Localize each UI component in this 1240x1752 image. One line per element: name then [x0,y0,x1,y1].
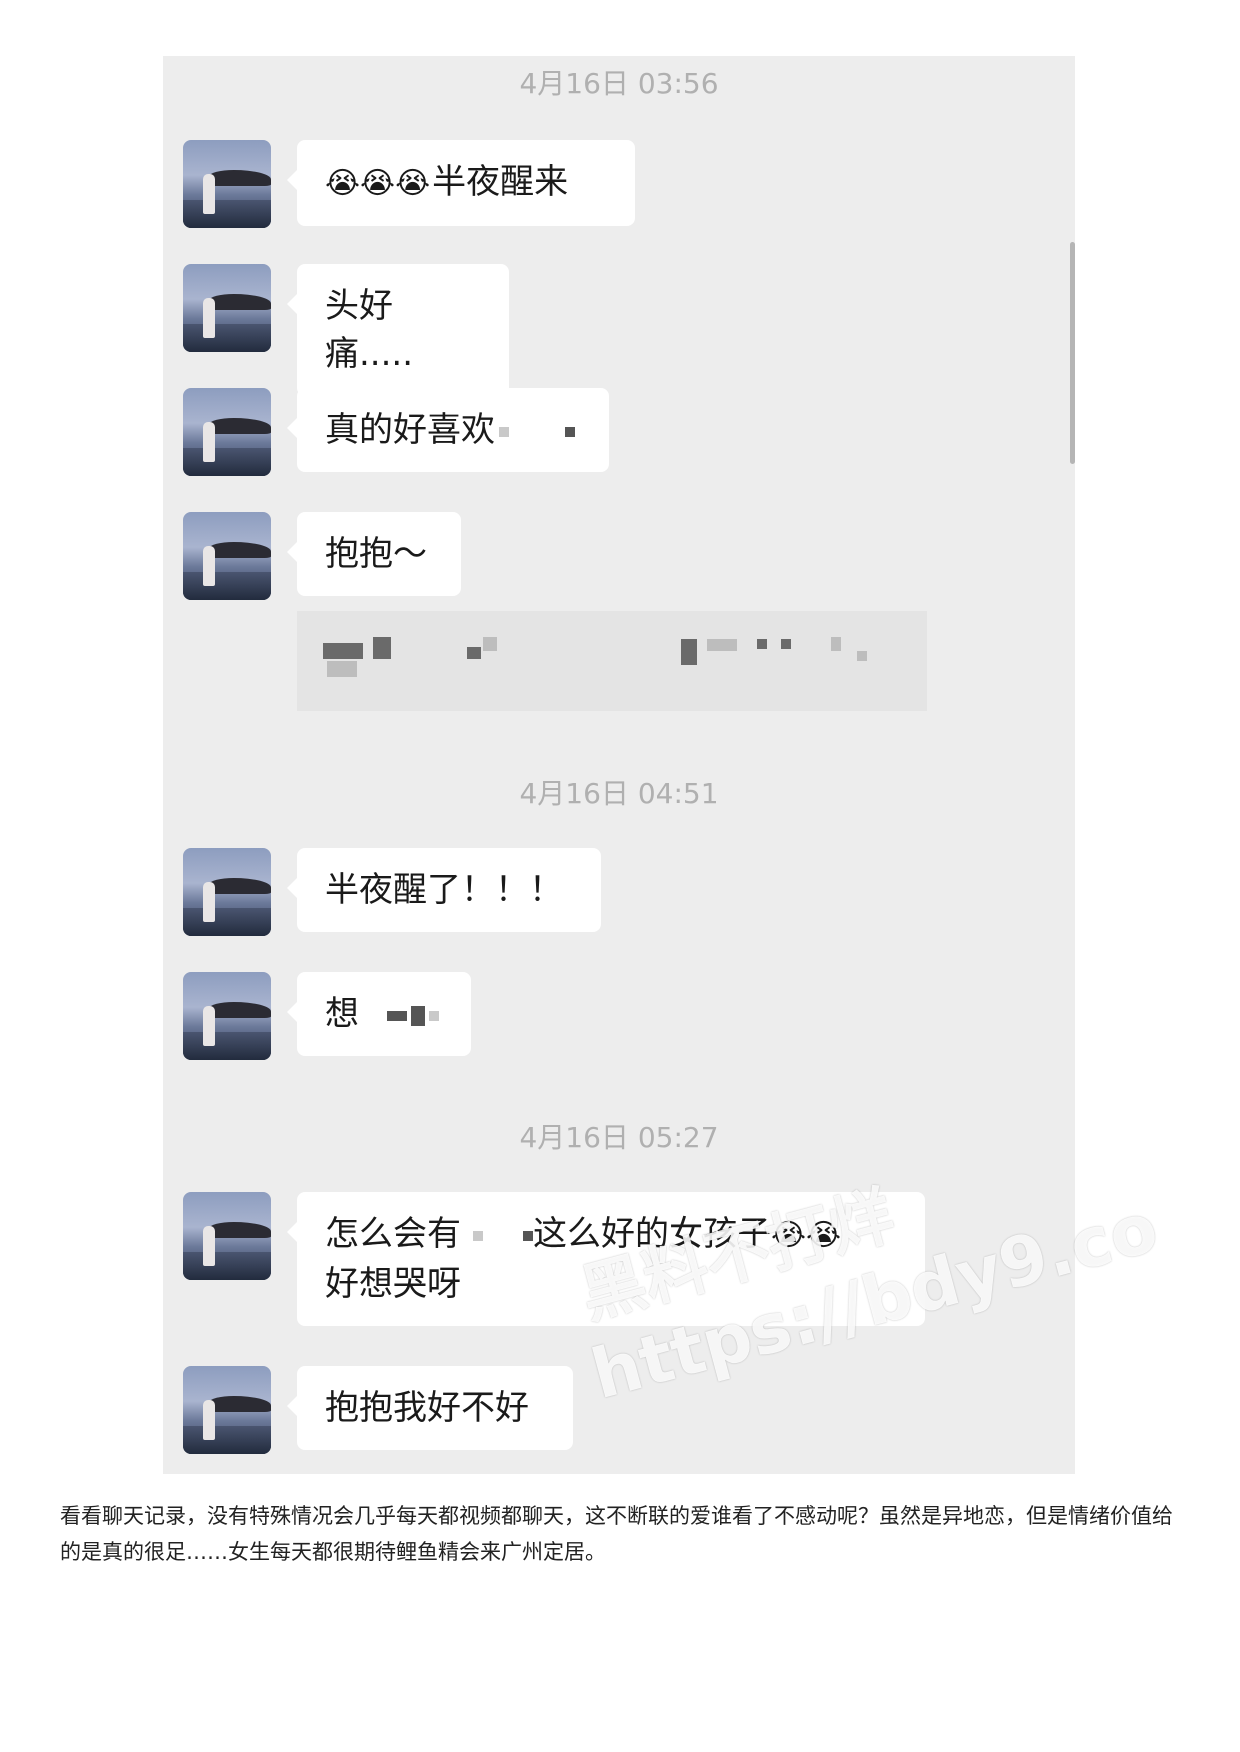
message-text: 好想哭呀 [325,1264,461,1304]
avatar[interactable] [183,264,271,352]
mosaic-redaction [373,637,391,659]
message-bubble[interactable]: 头好痛..... [287,264,509,396]
message-text: 怎么会有 [325,1214,461,1254]
mosaic-redaction [429,1010,439,1021]
mosaic-redaction [707,639,737,651]
mosaic-redaction [323,643,363,659]
crying-emoji-icon: 😭😭 [771,1218,842,1253]
crying-emoji-icon: 😭😭😭 [325,166,431,201]
message-bubble[interactable]: 抱抱我好不好 [287,1366,573,1450]
message-bubble[interactable]: 抱抱～ [287,512,461,596]
avatar[interactable] [183,848,271,936]
mosaic-redaction [831,637,841,651]
mosaic-redaction [565,426,575,437]
avatar[interactable] [183,512,271,600]
timestamp-1: 4月16日 03:56 [519,67,719,100]
message-bubble[interactable]: 😭😭😭半夜醒来 [287,140,635,226]
mosaic-redaction [681,639,697,665]
mosaic-redaction [757,639,767,649]
avatar[interactable] [183,972,271,1060]
mosaic-redaction [327,661,357,677]
mosaic-redaction [857,651,867,661]
chat-screenshot: 4月16日 03:56 😭😭😭半夜醒来 头好痛..... 真的好喜欢 抱抱～ 4… [163,56,1075,1474]
message-text: 这么好的女孩子 [533,1214,771,1254]
message-text: 抱抱～ [325,534,427,574]
redacted-message [297,611,927,711]
message-text: 想 [325,994,359,1034]
message-text: 头好痛..... [325,286,414,374]
avatar[interactable] [183,1366,271,1454]
mosaic-redaction [473,1230,483,1241]
mosaic-redaction [483,637,497,651]
mosaic-redaction [411,1005,425,1026]
mosaic-redaction [387,1010,407,1021]
message-text: 半夜醒来 [432,162,569,202]
timestamp-3: 4月16日 05:27 [519,1121,719,1154]
message-text: 真的好喜欢 [325,410,495,450]
mosaic-redaction [467,647,481,659]
message-text: 半夜醒了！！！ [325,870,563,910]
avatar[interactable] [183,140,271,228]
caption-paragraph: 看看聊天记录，没有特殊情况会几乎每天都视频都聊天，这不断联的爱谁看了不感动呢？虽… [60,1504,1173,1564]
message-bubble[interactable]: 怎么会有 这么好的女孩子😭😭 好想哭呀 [287,1192,925,1326]
message-bubble[interactable]: 想 [287,972,471,1056]
mosaic-redaction [781,639,791,649]
mosaic-redaction [523,1230,533,1241]
timestamp-2: 4月16日 04:51 [519,777,719,810]
avatar[interactable] [183,1192,271,1280]
message-text: 抱抱我好不好 [325,1388,529,1428]
scrollbar[interactable] [1070,242,1075,464]
mosaic-redaction [499,426,509,437]
message-bubble[interactable]: 半夜醒了！！！ [287,848,601,932]
avatar[interactable] [183,388,271,476]
message-bubble[interactable]: 真的好喜欢 [287,388,609,472]
